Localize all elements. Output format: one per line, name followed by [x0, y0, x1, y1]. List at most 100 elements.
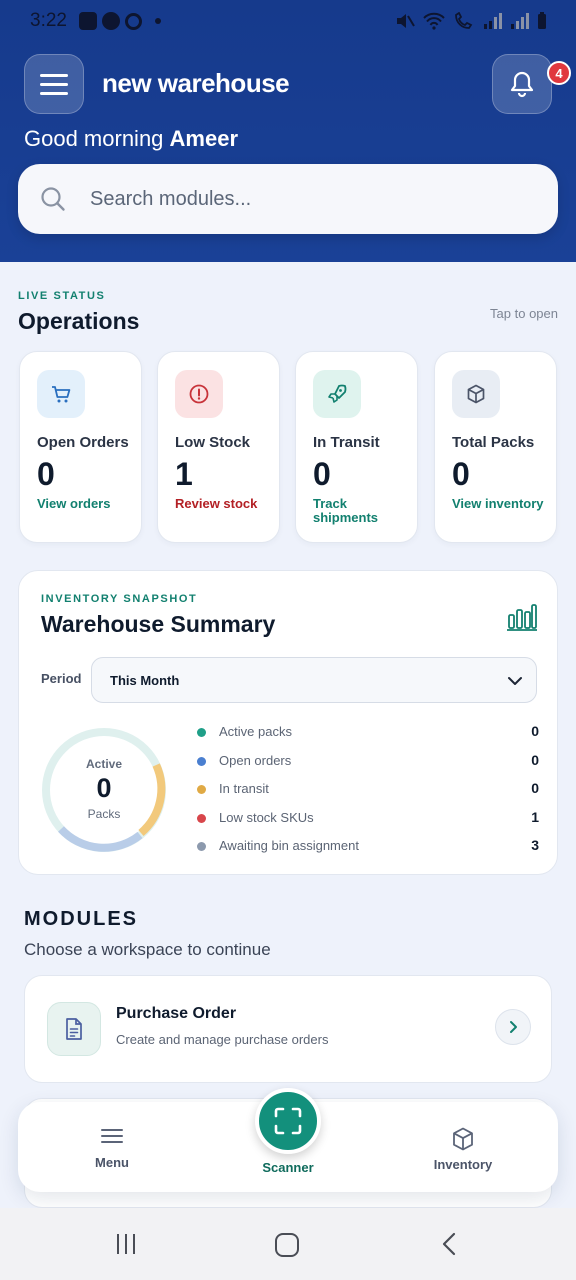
tap-to-open-hint: Tap to open — [490, 306, 558, 321]
legend-label: In transit — [219, 781, 269, 796]
period-label: Period — [41, 671, 82, 686]
warehouse-summary-card: INVENTORY SNAPSHOT Warehouse Summary Per… — [18, 570, 558, 875]
legend-value: 0 — [531, 780, 539, 796]
open-module-button[interactable] — [495, 1009, 531, 1045]
donut-center: Active 0 Packs — [39, 725, 169, 855]
legend-dot — [197, 728, 206, 737]
card-label: Low Stock — [175, 434, 251, 451]
chevron-right-icon — [510, 1021, 517, 1033]
system-navigation-bar — [0, 1208, 576, 1280]
legend-dot — [197, 785, 206, 794]
card-value: 1 — [175, 456, 193, 492]
legend-row-awaiting-bin: Awaiting bin assignment 3 — [197, 835, 539, 864]
scanner-button[interactable] — [255, 1088, 321, 1154]
search-icon — [41, 187, 65, 211]
bell-icon — [510, 71, 534, 98]
recent-apps-icon[interactable] — [114, 1232, 138, 1256]
operations-title: Operations — [18, 308, 140, 334]
period-value: This Month — [110, 672, 180, 688]
status-bar: 3:22 — [0, 0, 576, 42]
card-value: 0 — [452, 456, 470, 492]
status-time: 3:22 — [30, 10, 67, 31]
app-header: 3:22 new warehouse 4 Good morning Ameer — [0, 0, 576, 262]
notification-count-badge: 4 — [547, 61, 571, 85]
legend-dot — [197, 756, 206, 766]
total-packs-card[interactable]: Total Packs 0 View inventory — [434, 351, 557, 543]
in-transit-card[interactable]: In Transit 0 Track shipments — [295, 351, 418, 543]
operations-eyebrow: LIVE STATUS — [18, 290, 106, 302]
user-name: Ameer — [169, 126, 239, 151]
legend-label: Active packs — [219, 724, 292, 739]
donut-unit: Packs — [87, 807, 121, 821]
mute-icon — [397, 14, 415, 28]
signal-icon-1 — [484, 13, 502, 29]
battery-icon — [538, 12, 546, 29]
legend-row-low-stock: Low stock SKUs 1 — [197, 807, 539, 836]
app-title: new warehouse — [102, 68, 290, 98]
legend-dot — [197, 813, 206, 823]
summary-legend: Active packs 0 Open orders 0 In transit … — [197, 721, 539, 864]
view-orders-link[interactable]: View orders — [37, 497, 132, 511]
card-value: 0 — [313, 456, 331, 492]
cart-icon — [37, 370, 85, 418]
legend-value: 3 — [531, 837, 539, 853]
module-description: Create and manage purchase orders — [116, 1032, 329, 1047]
wifi-icon — [423, 12, 445, 30]
donut-value: 0 — [96, 773, 112, 803]
rocket-icon — [313, 370, 361, 418]
gallery-icon — [78, 12, 97, 30]
legend-dot — [197, 842, 206, 851]
legend-value: 0 — [531, 751, 539, 768]
signal-icon-2 — [511, 13, 529, 29]
box-icon — [452, 370, 500, 418]
wifi-calling-icon — [455, 12, 473, 29]
legend-label: Awaiting bin assignment — [219, 838, 359, 853]
status-icons — [395, 12, 548, 30]
menu-icon — [101, 1129, 123, 1143]
summary-title: Warehouse Summary — [41, 611, 276, 637]
home-icon[interactable] — [274, 1232, 300, 1258]
back-icon[interactable] — [438, 1232, 460, 1256]
card-label: Total Packs — [452, 434, 535, 451]
bar-chart-icon[interactable] — [507, 601, 537, 631]
purchase-order-module[interactable]: Purchase Order Create and manage purchas… — [24, 975, 552, 1083]
legend-label: Open orders — [219, 752, 292, 768]
review-stock-link[interactable]: Review stock — [175, 497, 270, 511]
greeting-text: Good morning — [24, 126, 164, 151]
settings-icon — [124, 12, 142, 30]
nav-inventory[interactable]: Inventory — [428, 1126, 498, 1172]
notification-dot-icon — [154, 18, 161, 24]
modules-title: MODULES — [24, 908, 138, 930]
hamburger-icon — [40, 73, 68, 77]
track-shipments-link[interactable]: Track shipments — [313, 497, 408, 525]
view-inventory-link[interactable]: View inventory — [452, 497, 547, 511]
nav-inventory-label: Inventory — [433, 1157, 493, 1172]
donut-label: Active — [85, 757, 123, 771]
chevron-down-icon — [508, 677, 522, 685]
scan-frame-icon — [274, 1107, 302, 1135]
nav-menu[interactable]: Menu — [82, 1126, 142, 1170]
legend-row-open-orders: Open orders 0 — [197, 750, 539, 779]
menu-button[interactable] — [24, 54, 84, 114]
period-select[interactable]: This Month — [91, 657, 537, 703]
legend-row-in-transit: In transit 0 — [197, 778, 539, 807]
scanner-label: Scanner — [262, 1160, 314, 1175]
summary-eyebrow: INVENTORY SNAPSHOT — [41, 593, 198, 605]
search-bar[interactable]: Search modules... — [18, 164, 558, 234]
card-label: Open Orders — [37, 434, 129, 451]
search-input[interactable]: Search modules... — [90, 188, 251, 211]
legend-value: 1 — [531, 808, 539, 825]
open-orders-card[interactable]: Open Orders 0 View orders — [19, 351, 142, 543]
alert-circle-icon — [175, 370, 223, 418]
inventory-box-icon — [453, 1127, 473, 1151]
document-icon — [47, 1002, 101, 1056]
module-name: Purchase Order — [116, 1005, 237, 1022]
low-stock-card[interactable]: Low Stock 1 Review stock — [157, 351, 280, 543]
notifications-button[interactable] — [492, 54, 552, 114]
info-icon — [101, 12, 120, 30]
legend-label: Low stock SKUs — [219, 809, 314, 825]
modules-subtitle: Choose a workspace to continue — [24, 940, 271, 959]
nav-menu-label: Menu — [95, 1155, 129, 1170]
legend-value: 0 — [531, 723, 539, 739]
card-label: In Transit — [313, 434, 380, 451]
